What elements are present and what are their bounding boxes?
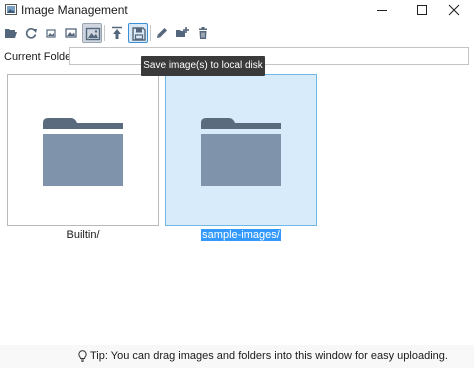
rename-button[interactable]	[152, 23, 172, 43]
window-title: Image Management	[21, 3, 128, 17]
folder-tile-builtin[interactable]	[7, 74, 159, 226]
minimize-button[interactable]	[362, 0, 402, 20]
close-button[interactable]	[434, 0, 474, 20]
image-medium-icon	[65, 28, 77, 38]
toolbar-separator	[150, 25, 151, 41]
save-button[interactable]	[128, 23, 148, 43]
folder-add-icon	[176, 27, 189, 37]
pencil-icon	[157, 28, 167, 38]
app-icon	[5, 4, 17, 15]
toolbar-separator	[104, 25, 105, 41]
delete-button[interactable]	[193, 23, 213, 43]
tip-text: Tip: You can drag images and folders int…	[90, 350, 448, 362]
folder-open-icon	[5, 29, 17, 38]
toolbar	[0, 21, 474, 46]
status-bar: Tip: You can drag images and folders int…	[0, 345, 474, 368]
folder-label: Builtin/	[66, 229, 100, 241]
refresh-button[interactable]	[21, 23, 41, 43]
open-folder-button[interactable]	[1, 23, 21, 43]
medium-thumbnails-button[interactable]	[61, 23, 81, 43]
folder-icon	[201, 118, 281, 186]
image-small-icon	[46, 29, 56, 38]
new-folder-button[interactable]	[172, 23, 192, 43]
folder-tile-sample-images[interactable]	[165, 74, 317, 226]
lightbulb-icon	[78, 350, 87, 362]
minimize-icon	[377, 10, 387, 11]
upload-icon	[112, 26, 122, 39]
title-bar: Image Management	[0, 0, 474, 20]
save-icon	[132, 27, 146, 41]
current-folder-label: Current Folder	[4, 51, 75, 63]
upload-button[interactable]	[107, 23, 127, 43]
folder-icon	[43, 118, 123, 186]
folder-label-selected: sample-images/	[201, 229, 281, 241]
save-tooltip: Save image(s) to local disk	[141, 56, 265, 76]
image-large-icon	[85, 27, 101, 41]
large-thumbnails-button[interactable]	[82, 23, 102, 43]
trash-icon	[199, 27, 207, 39]
maximize-icon	[417, 5, 427, 15]
current-folder-field[interactable]	[69, 47, 469, 65]
close-icon	[448, 4, 460, 16]
refresh-icon	[25, 28, 37, 39]
small-thumbnails-button[interactable]	[41, 23, 61, 43]
